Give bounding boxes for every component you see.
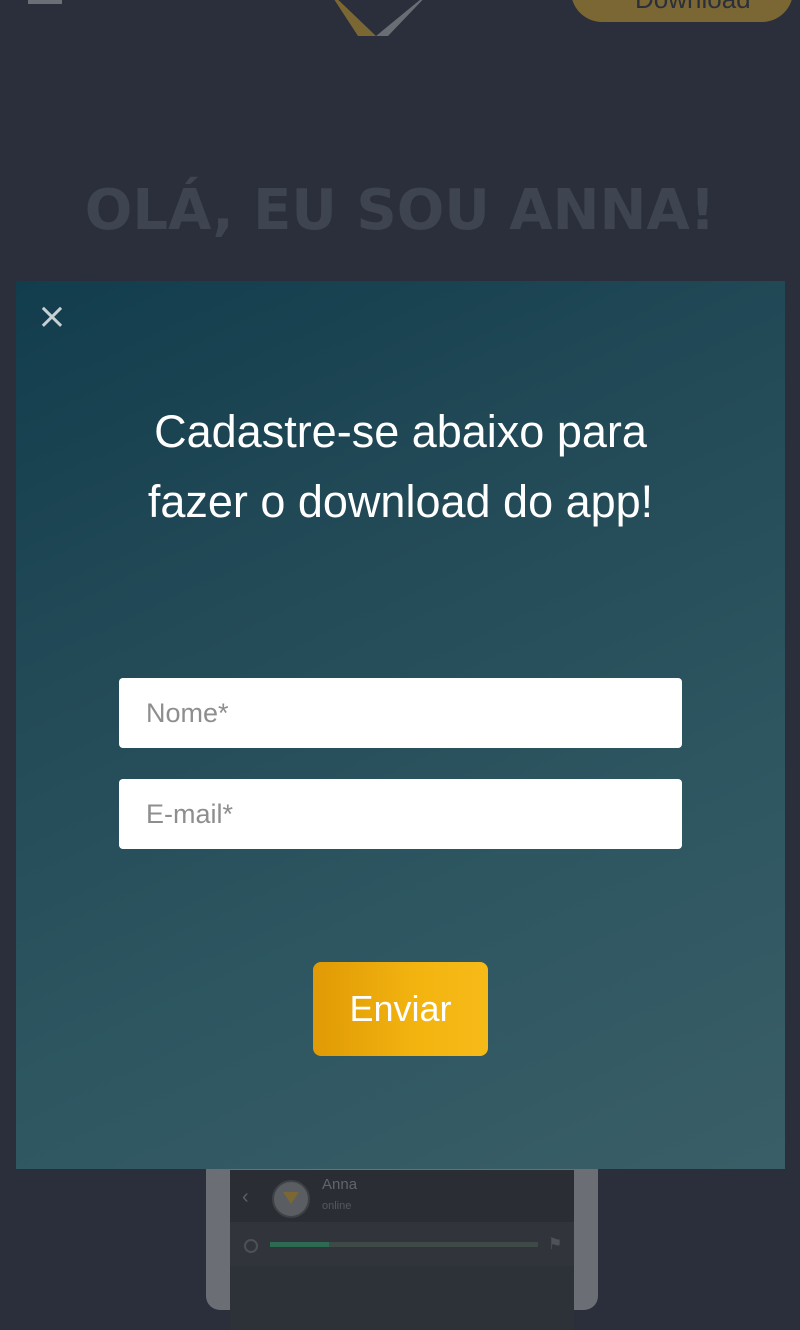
contact-status: online xyxy=(322,1200,352,1212)
progress-track xyxy=(270,1242,538,1247)
phone-screen: ‹ Anna online ⚑ xyxy=(230,1170,574,1330)
modal-title: Cadastre-se abaixo para fazer o download… xyxy=(76,397,725,537)
download-button[interactable]: Download xyxy=(571,0,793,22)
menu-icon[interactable] xyxy=(28,0,62,4)
contact-name: Anna xyxy=(322,1176,358,1193)
email-field[interactable] xyxy=(119,779,682,849)
close-icon[interactable]: × xyxy=(36,299,68,335)
submit-button[interactable]: Enviar xyxy=(313,962,488,1056)
record-dot-icon xyxy=(244,1239,258,1253)
phone-mockup: ‹ Anna online ⚑ xyxy=(206,1150,598,1330)
audio-row: ⚑ xyxy=(230,1222,574,1266)
progress-fill xyxy=(270,1242,329,1247)
modal-title-line2: fazer o download do app! xyxy=(147,476,654,527)
back-arrow-icon: ‹ xyxy=(242,1186,249,1208)
avatar xyxy=(272,1180,310,1218)
chat-header: ‹ Anna online xyxy=(230,1170,574,1222)
download-label: Download xyxy=(635,0,751,14)
hero-title: OLÁ, EU SOU ANNA! xyxy=(84,178,716,243)
modal-title-line1: Cadastre-se abaixo para xyxy=(154,406,647,457)
signup-modal: × Cadastre-se abaixo para fazer o downlo… xyxy=(16,281,785,1169)
name-field[interactable] xyxy=(119,678,682,748)
brand-logo[interactable] xyxy=(328,0,432,36)
flag-icon: ⚑ xyxy=(548,1236,563,1253)
